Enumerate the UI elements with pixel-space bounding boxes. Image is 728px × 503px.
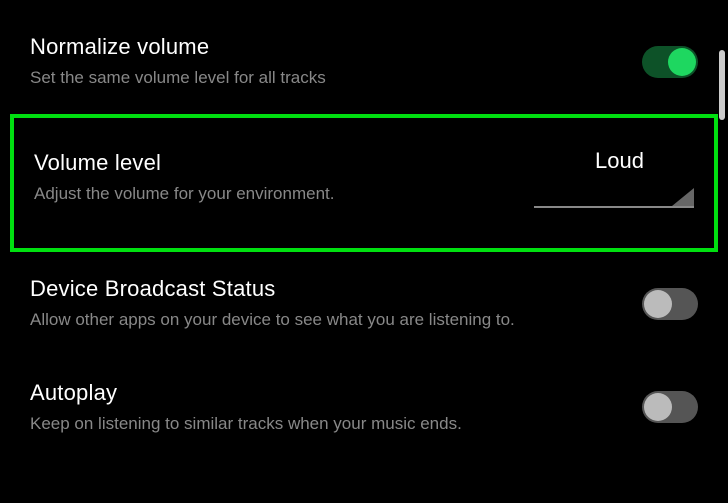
slider-triangle-icon (672, 188, 694, 206)
device-broadcast-toggle[interactable] (642, 288, 698, 320)
volume-level-value: Loud (595, 148, 644, 174)
toggle-knob (644, 290, 672, 318)
setting-text: Device Broadcast Status Allow other apps… (30, 276, 642, 332)
autoplay-toggle[interactable] (642, 391, 698, 423)
autoplay-row[interactable]: Autoplay Keep on listening to similar tr… (0, 356, 728, 460)
volume-level-row[interactable]: Volume level Adjust the volume for your … (10, 114, 718, 252)
volume-level-title: Volume level (34, 150, 504, 176)
normalize-volume-description: Set the same volume level for all tracks (30, 66, 622, 90)
volume-slider-icon (534, 188, 694, 208)
device-broadcast-row[interactable]: Device Broadcast Status Allow other apps… (0, 252, 728, 356)
normalize-volume-row[interactable]: Normalize volume Set the same volume lev… (0, 10, 728, 114)
device-broadcast-description: Allow other apps on your device to see w… (30, 308, 622, 332)
setting-text: Volume level Adjust the volume for your … (34, 150, 524, 206)
slider-baseline (534, 206, 694, 208)
settings-list: Normalize volume Set the same volume lev… (0, 0, 728, 469)
scrollbar[interactable] (719, 50, 725, 120)
volume-level-description: Adjust the volume for your environment. (34, 182, 504, 206)
normalize-volume-toggle[interactable] (642, 46, 698, 78)
setting-text: Autoplay Keep on listening to similar tr… (30, 380, 642, 436)
normalize-volume-title: Normalize volume (30, 34, 622, 60)
toggle-knob (644, 393, 672, 421)
setting-text: Normalize volume Set the same volume lev… (30, 34, 642, 90)
device-broadcast-title: Device Broadcast Status (30, 276, 622, 302)
autoplay-title: Autoplay (30, 380, 622, 406)
volume-level-dropdown[interactable]: Loud (524, 148, 694, 208)
autoplay-description: Keep on listening to similar tracks when… (30, 412, 622, 436)
toggle-knob (668, 48, 696, 76)
